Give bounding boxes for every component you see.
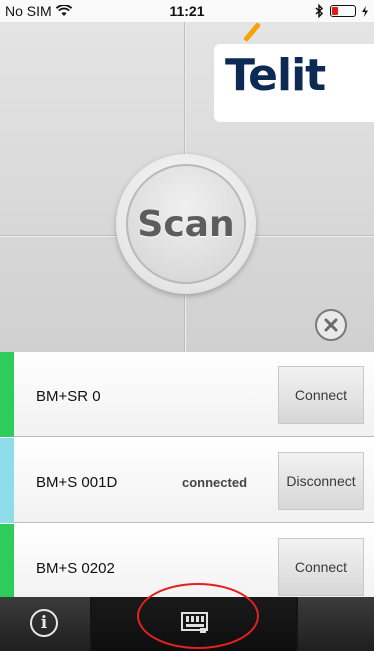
divider bbox=[90, 597, 92, 651]
highlight-annotation bbox=[137, 583, 259, 649]
close-button[interactable] bbox=[315, 309, 347, 341]
close-icon bbox=[324, 318, 338, 332]
divider bbox=[296, 597, 298, 651]
app-screen: No SIM 11:21 Telit Scan BM+SR 0 Connect … bbox=[0, 0, 374, 651]
device-row: BM+S 001D connected Disconnect bbox=[0, 438, 374, 523]
device-list: BM+SR 0 Connect BM+S 001D connected Disc… bbox=[0, 352, 374, 597]
disconnect-button[interactable]: Disconnect bbox=[278, 452, 364, 510]
device-name: BM+S 001D bbox=[36, 474, 118, 491]
status-right bbox=[315, 4, 368, 18]
telit-logo: Telit bbox=[225, 50, 326, 101]
status-bar: No SIM 11:21 bbox=[0, 0, 374, 22]
charging-icon bbox=[362, 5, 368, 17]
device-name: BM+SR 0 bbox=[36, 388, 101, 405]
device-status: connected bbox=[182, 475, 248, 490]
scan-button[interactable]: Scan bbox=[126, 164, 246, 284]
device-status-indicator bbox=[0, 524, 14, 597]
battery-icon bbox=[330, 5, 356, 17]
connect-button[interactable]: Connect bbox=[278, 538, 364, 596]
scan-panel: Telit Scan bbox=[0, 22, 374, 352]
device-status-indicator bbox=[0, 352, 14, 437]
logo-accent-mark bbox=[243, 22, 262, 43]
device-status-indicator bbox=[0, 438, 14, 523]
info-icon[interactable]: i bbox=[30, 609, 58, 637]
device-row: BM+SR 0 Connect bbox=[0, 352, 374, 437]
bluetooth-icon bbox=[315, 4, 324, 18]
device-name: BM+S 0202 bbox=[36, 560, 115, 577]
connect-button[interactable]: Connect bbox=[278, 366, 364, 424]
